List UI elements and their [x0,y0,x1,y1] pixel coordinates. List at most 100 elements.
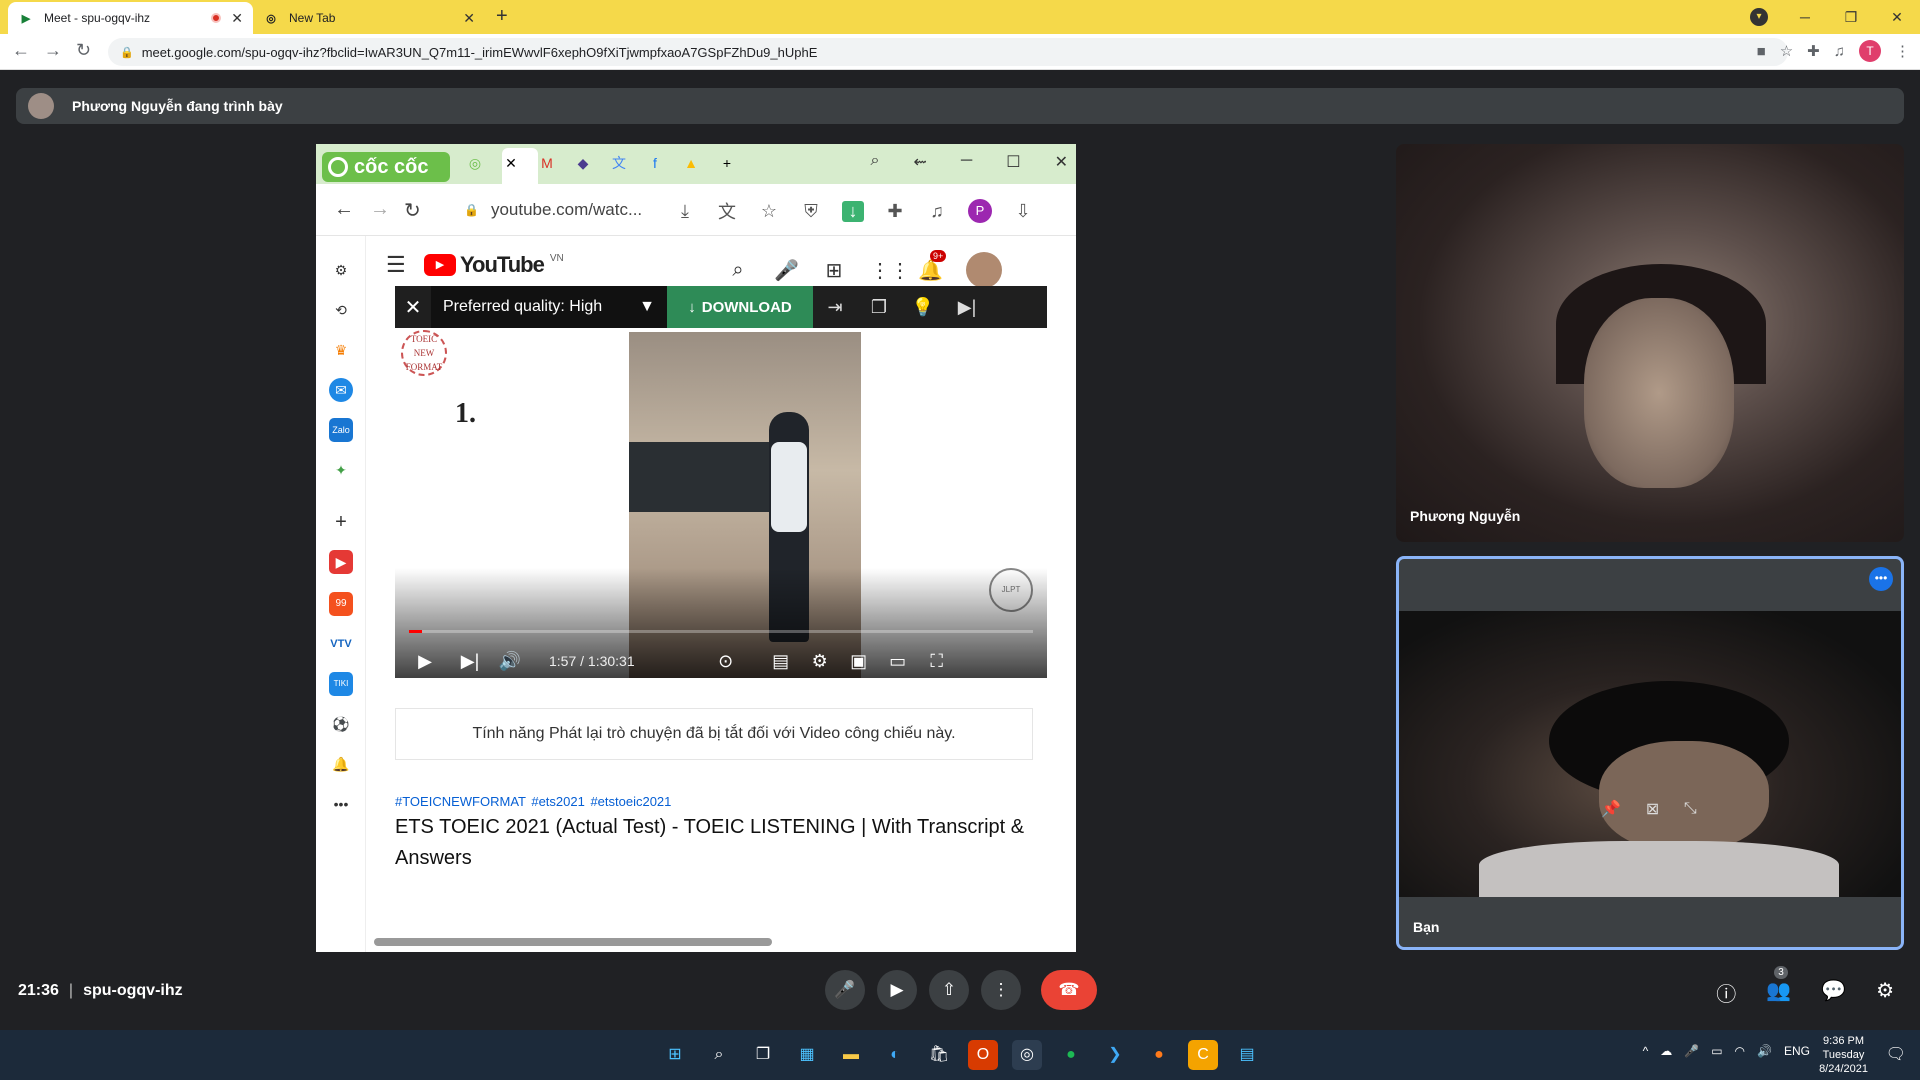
question-number: 1. [455,398,476,429]
self-video-image: 📌 ⊠ ⤡ [1399,611,1901,901]
camera-icon[interactable]: ■ [1757,43,1766,60]
time-display: 1:57 / 1:30:31 [549,653,635,669]
reload-icon[interactable]: ↻ [76,40,91,61]
quality-label: Preferred quality: High [443,298,603,315]
task-view-icon[interactable]: ❐ [748,1040,778,1070]
play-icon: ▶ [418,650,432,671]
microphone-button[interactable]: 🎤 [825,970,865,1010]
soccer-icon: ⚽ [332,716,350,732]
minimize-icon[interactable]: ─ [1782,9,1828,25]
autoplay-toggle-icon: ⊙ [718,650,734,671]
youtube-play-logo-icon: ▶ [424,254,456,276]
tab-new-tab[interactable]: ◎ New Tab ✕ [253,2,485,34]
pin-icon[interactable]: 📌 [1601,799,1621,819]
hamburger-menu-icon: ☰ [386,252,406,277]
search-icon[interactable]: ⌕ [704,1040,734,1070]
tile-name-bar [1399,897,1901,947]
new-tab-button[interactable]: + [496,5,508,28]
wifi-icon[interactable]: ◠ [1735,1044,1745,1058]
onedrive-icon[interactable]: ☁ [1660,1044,1672,1058]
chat-replay-notice: Tính năng Phát lại trò chuyện đã bị tắt … [395,708,1033,760]
more-options-button[interactable]: ••• [1869,567,1893,591]
vscode-icon[interactable]: ❯ [1100,1040,1130,1070]
back-icon[interactable]: ← [12,40,30,61]
url-text: meet.google.com/spu-ogqv-ihz?fbclid=IwAR… [141,44,818,60]
restore-icon[interactable]: ❐ [1828,9,1874,26]
participant-tile-phuong[interactable]: Phương Nguyễn [1396,144,1904,542]
youtube-header: ☰ ▶ YouTube VN ⌕ 🎤 ⊞ ⋮⋮ 🔔 9+ [366,244,1076,288]
file-explorer-icon[interactable]: ▬ [836,1040,866,1070]
coccoc-toolbar-actions: ⤓ 文 ☆ ⛨ ↓ ✚ ♫ P ⇩ [674,198,1034,224]
spotify-icon[interactable]: ● [1056,1040,1086,1070]
mic-tray-icon[interactable]: 🎤 [1684,1044,1699,1058]
people-icon[interactable]: 👥 3 [1766,966,1791,1007]
more-options-button[interactable]: ⋮ [981,970,1021,1010]
store-icon[interactable]: 🛍 [924,1040,954,1070]
call-controls: 🎤 ▶ ⇧ ⋮ ☎ [825,970,1097,1010]
create-video-icon: ⊞ [825,259,843,282]
separator: | [68,982,74,999]
meeting-time: 21:36 [18,982,59,999]
forward-icon[interactable]: → [44,40,62,61]
volume-icon: 🔊 [498,650,522,671]
region-label: VN [549,252,564,264]
presenting-text: Phương Nguyễn đang trình bày [72,98,283,114]
postman-icon[interactable]: ● [1144,1040,1174,1070]
youtube-logo-text: YouTube [460,252,545,277]
crown-icon: ♛ [334,342,348,358]
language-indicator[interactable]: ENG [1784,1044,1810,1058]
tab-meet[interactable]: ▶ Meet - spu-ogqv-ihz ✕ [8,2,253,34]
lock-icon: 🔒 [464,203,479,217]
remove-tile-icon[interactable]: ⊠ [1646,799,1659,819]
close-icon: ✕ [404,296,422,319]
present-screen-button[interactable]: ⇧ [929,970,969,1010]
close-window-icon[interactable]: ✕ [1874,9,1920,26]
close-tab-icon[interactable]: ✕ [231,10,243,27]
extensions-icon[interactable]: ✚ [1807,42,1820,60]
downloader-bar: ✕ Preferred quality: High ▼ ↓ DOWNLOAD ⇥… [395,286,1047,328]
notepad-icon[interactable]: ▤ [1232,1040,1262,1070]
camera-button[interactable]: ▶ [877,970,917,1010]
search-icon: ⌕ [732,258,744,281]
address-bar[interactable]: 🔒 meet.google.com/spu-ogqv-ihz?fbclid=Iw… [108,38,1788,66]
widgets-icon[interactable]: ▦ [792,1040,822,1070]
minimize-tile-icon[interactable]: ⤡ [1684,800,1697,818]
notification-badge: 9+ [930,249,947,262]
windows-start-icon[interactable]: ⊞ [660,1040,690,1070]
participant-tile-self[interactable]: 📌 ⊠ ⤡ ••• Bạn [1396,556,1904,950]
coccoc-leaf-icon [328,157,348,177]
chat-icon[interactable]: 💬 [1821,978,1846,1007]
miniplayer-icon: ▣ [850,650,868,671]
messenger-icon: ✉ [329,378,353,402]
notification-bell-icon: 🔔 9+ [918,249,947,283]
tray-chevron-icon[interactable]: ^ [1643,1044,1649,1058]
close-tab-icon[interactable]: ✕ [463,10,475,27]
new-tab-icon: + [722,155,732,171]
self-shirt-image [1479,841,1839,901]
chrome-menu-icon[interactable]: ⋮ [1895,42,1910,60]
system-clock[interactable]: 9:36 PM Tuesday 8/24/2021 [1819,1034,1868,1076]
meeting-info-icon[interactable]: ⓘ [1716,978,1736,1007]
media-icon[interactable]: ♫ [1834,43,1845,60]
edge-icon[interactable]: ◐ [880,1040,910,1070]
notification-center-icon[interactable]: 🗨 [1886,1044,1906,1064]
pip-icon: ❐ [870,296,888,317]
coccoc-taskbar-icon[interactable]: C [1188,1040,1218,1070]
next-icon: ▶| [460,650,480,671]
end-call-button[interactable]: ☎ [1041,970,1097,1010]
volume-icon[interactable]: 🔊 [1757,1044,1772,1058]
profile-avatar[interactable]: T [1859,40,1881,62]
bookmark-star-icon[interactable]: ☆ [1780,42,1793,60]
chrome-icon[interactable]: ◎ [1012,1040,1042,1070]
office-icon[interactable]: O [968,1040,998,1070]
tab-search-icon[interactable]: ▾ [1750,8,1768,26]
youtube-header-actions: ⌕ 🎤 ⊞ ⋮⋮ 🔔 9+ [726,249,1002,288]
skip-end-icon: ▶| [957,296,977,317]
battery-icon[interactable]: ▭ [1711,1044,1722,1058]
meeting-details: 21:36 | spu-ogqv-ihz [18,982,183,1000]
add-icon: + [335,511,347,533]
quality-select: Preferred quality: High ▼ [431,286,667,328]
shield-tab-icon: ◆ [577,155,589,171]
activities-icon[interactable]: ⚙ [1876,978,1894,1007]
savior-download-icon: ↓ [842,200,864,222]
